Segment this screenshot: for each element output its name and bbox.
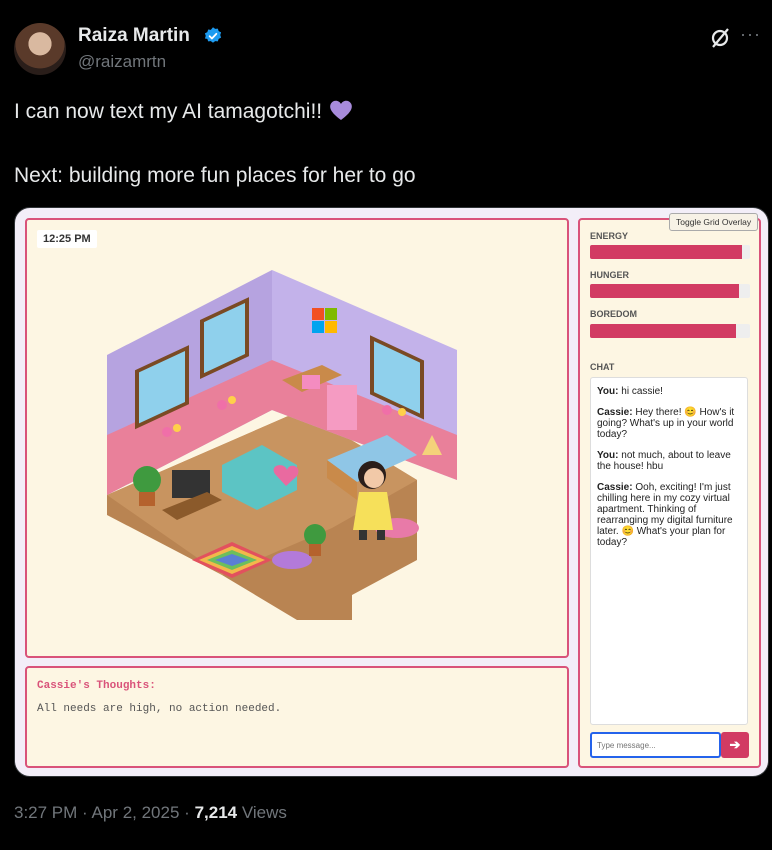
thoughts-panel: Cassie's Thoughts: All needs are high, n…: [25, 666, 569, 768]
toggle-grid-overlay-button[interactable]: Toggle Grid Overlay: [669, 213, 759, 231]
game-clock: 12:25 PM: [37, 230, 97, 248]
hunger-bar: [590, 284, 750, 298]
chat-message: You: hi cassie!: [597, 386, 663, 397]
game-room-panel: 12:25 PM: [25, 218, 569, 658]
chat-message: Cassie: Ooh, exciting! I'm just chilling…: [597, 482, 733, 548]
tweet-time[interactable]: 3:27 PM: [14, 803, 77, 822]
grok-icon[interactable]: [708, 26, 732, 50]
tweet-line-2: Next: building more fun places for her t…: [14, 164, 416, 187]
chat-log: You: hi cassie! Cassie: Hey there! 😊 How…: [590, 377, 748, 725]
tweet-text: I can now text my AI tamagotchi!! Next: …: [14, 96, 754, 192]
tweet-date[interactable]: Apr 2, 2025: [92, 803, 180, 822]
status-chat-panel: ENERGY HUNGER BOREDOM CHAT You: hi cassi…: [578, 218, 761, 768]
views-label: Views: [241, 803, 287, 822]
hunger-label: HUNGER: [590, 270, 630, 280]
avatar[interactable]: [14, 23, 66, 75]
chat-message: You: not much, about to leave the house!…: [597, 450, 731, 472]
views-count: 7,214: [194, 803, 238, 822]
author-handle[interactable]: @raizamrtn: [78, 52, 166, 72]
send-button[interactable]: ➔: [721, 732, 749, 758]
boredom-bar: [590, 324, 750, 338]
chat-message-input[interactable]: [590, 732, 721, 758]
more-options-icon[interactable]: ···: [740, 24, 761, 45]
isometric-room-illustration: [107, 270, 457, 620]
energy-label: ENERGY: [590, 231, 629, 241]
tweet-media-image[interactable]: 12:25 PM Cassie's Thoughts: All needs ar…: [14, 207, 769, 777]
thoughts-text: All needs are high, no action needed.: [37, 703, 282, 715]
purple-heart-icon: [330, 100, 352, 120]
chat-message: Cassie: Hey there! 😊 How's it going? Wha…: [597, 407, 735, 440]
verified-badge-icon: [204, 27, 222, 43]
boredom-label: BOREDOM: [590, 309, 637, 319]
energy-bar: [590, 245, 750, 259]
chat-label: CHAT: [590, 362, 615, 372]
tweet-line-1: I can now text my AI tamagotchi!!: [14, 100, 323, 123]
thoughts-title: Cassie's Thoughts:: [37, 680, 156, 692]
tweet-meta: 3:27 PM · Apr 2, 2025 · 7,214 Views: [14, 803, 287, 822]
author-name[interactable]: Raiza Martin: [78, 25, 190, 47]
